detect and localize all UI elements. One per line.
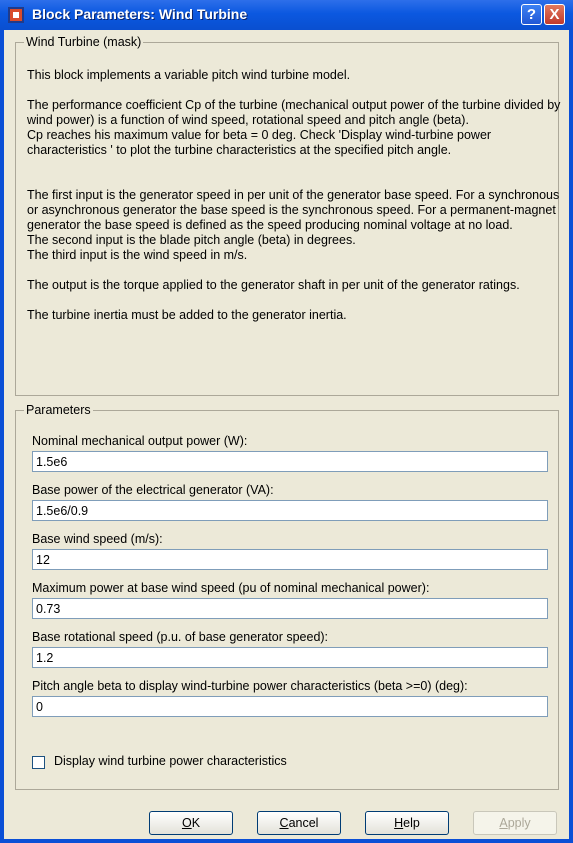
mask-description: This block implements a variable pitch w… xyxy=(27,68,561,322)
nominal-power-label: Nominal mechanical output power (W): xyxy=(32,434,248,448)
cancel-mnemonic: C xyxy=(279,816,289,830)
base-wind-speed-input[interactable] xyxy=(32,549,548,570)
base-power-label: Base power of the electrical generator (… xyxy=(32,483,274,497)
cancel-label-rest: ancel xyxy=(288,816,319,830)
mask-description-group: Wind Turbine (mask) This block implement… xyxy=(15,35,560,396)
cancel-button[interactable]: Cancel xyxy=(257,811,341,835)
base-rotational-speed-label: Base rotational speed (p.u. of base gene… xyxy=(32,630,329,644)
window-title: Block Parameters: Wind Turbine xyxy=(32,6,248,22)
block-parameters-dialog: Block Parameters: Wind Turbine ? X Wind … xyxy=(0,0,573,843)
help-button[interactable]: Help xyxy=(365,811,449,835)
close-button[interactable]: X xyxy=(544,4,565,25)
simulink-block-icon xyxy=(8,7,24,23)
nominal-power-input[interactable] xyxy=(32,451,548,472)
display-characteristics-checkbox[interactable] xyxy=(32,756,45,769)
help-titlebar-button[interactable]: ? xyxy=(521,4,542,25)
help-label-rest: elp xyxy=(403,816,420,830)
ok-mnemonic: O xyxy=(181,816,192,830)
parameters-group-label: Parameters xyxy=(24,403,93,417)
help-mnemonic: H xyxy=(394,816,404,830)
display-characteristics-label[interactable]: Display wind turbine power characteristi… xyxy=(54,754,287,768)
mask-group-label: Wind Turbine (mask) xyxy=(24,35,144,49)
base-rotational-speed-input[interactable] xyxy=(32,647,548,668)
max-power-input[interactable] xyxy=(32,598,548,619)
ok-button[interactable]: OK xyxy=(149,811,233,835)
title-bar[interactable]: Block Parameters: Wind Turbine ? X xyxy=(0,0,573,30)
pitch-angle-label: Pitch angle beta to display wind-turbine… xyxy=(32,679,468,693)
max-power-label: Maximum power at base wind speed (pu of … xyxy=(32,581,430,595)
base-wind-speed-label: Base wind speed (m/s): xyxy=(32,532,163,546)
parameters-group: Parameters Nominal mechanical output pow… xyxy=(15,403,559,790)
apply-mnemonic: A xyxy=(499,816,508,830)
ok-label-rest: K xyxy=(191,816,201,830)
pitch-angle-input[interactable] xyxy=(32,696,548,717)
base-power-input[interactable] xyxy=(32,500,548,521)
apply-button[interactable]: Apply xyxy=(473,811,557,835)
apply-label-rest: pply xyxy=(507,816,531,830)
